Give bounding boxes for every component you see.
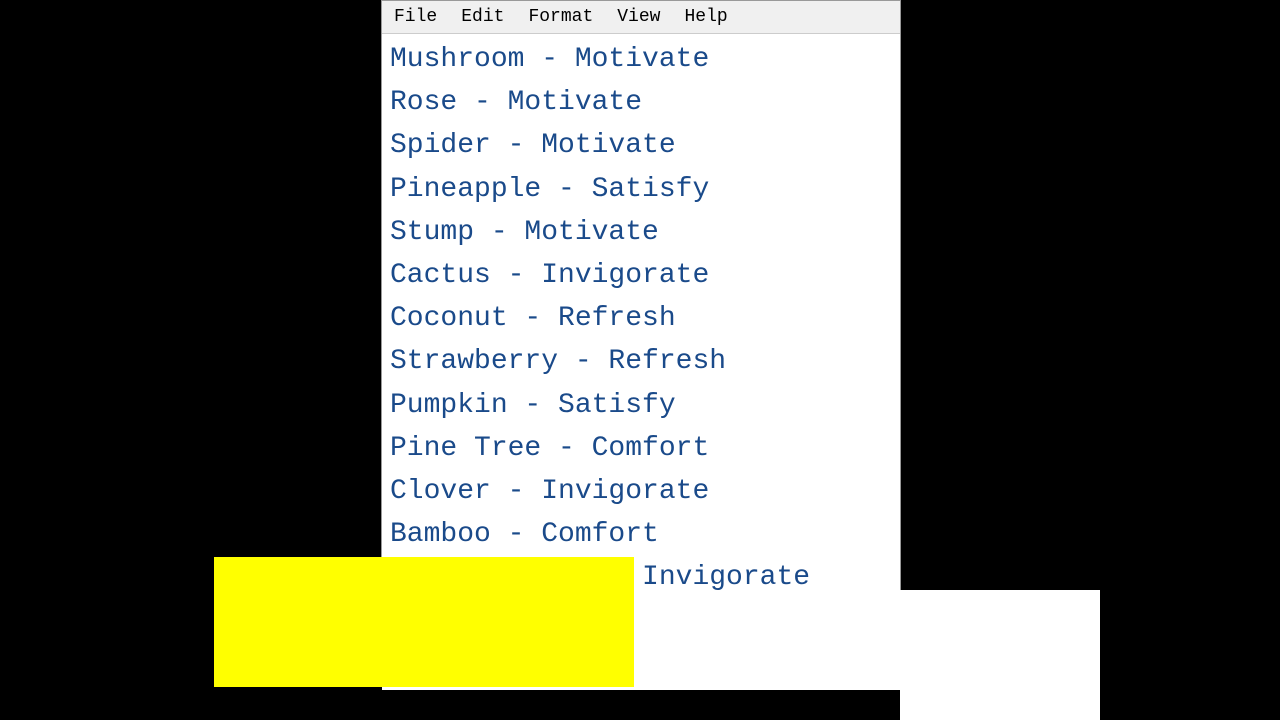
menu-edit[interactable]: Edit xyxy=(457,5,508,29)
application-window: File Edit Format View Help Mushroom - Mo… xyxy=(381,0,901,600)
menu-help[interactable]: Help xyxy=(680,5,731,29)
list-item: Clover - Invigorate xyxy=(382,470,900,513)
menu-format[interactable]: Format xyxy=(524,5,597,29)
menubar: File Edit Format View Help xyxy=(382,1,900,34)
list-item: Bamboo - Comfort xyxy=(382,513,900,556)
yellow-highlight xyxy=(214,557,634,687)
white-overlay xyxy=(900,590,1100,720)
list-item: Stump - Motivate xyxy=(382,211,900,254)
list-item: Spider - Motivate xyxy=(382,124,900,167)
menu-view[interactable]: View xyxy=(613,5,664,29)
list-item: Cactus - Invigorate xyxy=(382,254,900,297)
list-item: Strawberry - Refresh xyxy=(382,340,900,383)
list-item: Coconut - Refresh xyxy=(382,297,900,340)
list-item: Mushroom - Motivate xyxy=(382,38,900,81)
list-item: Pumpkin - Satisfy xyxy=(382,384,900,427)
list-item: Rose - Motivate xyxy=(382,81,900,124)
menu-file[interactable]: File xyxy=(390,5,441,29)
list-item: Pine Tree - Comfort xyxy=(382,427,900,470)
list-item: Pineapple - Satisfy xyxy=(382,168,900,211)
screen: File Edit Format View Help Mushroom - Mo… xyxy=(0,0,1280,720)
